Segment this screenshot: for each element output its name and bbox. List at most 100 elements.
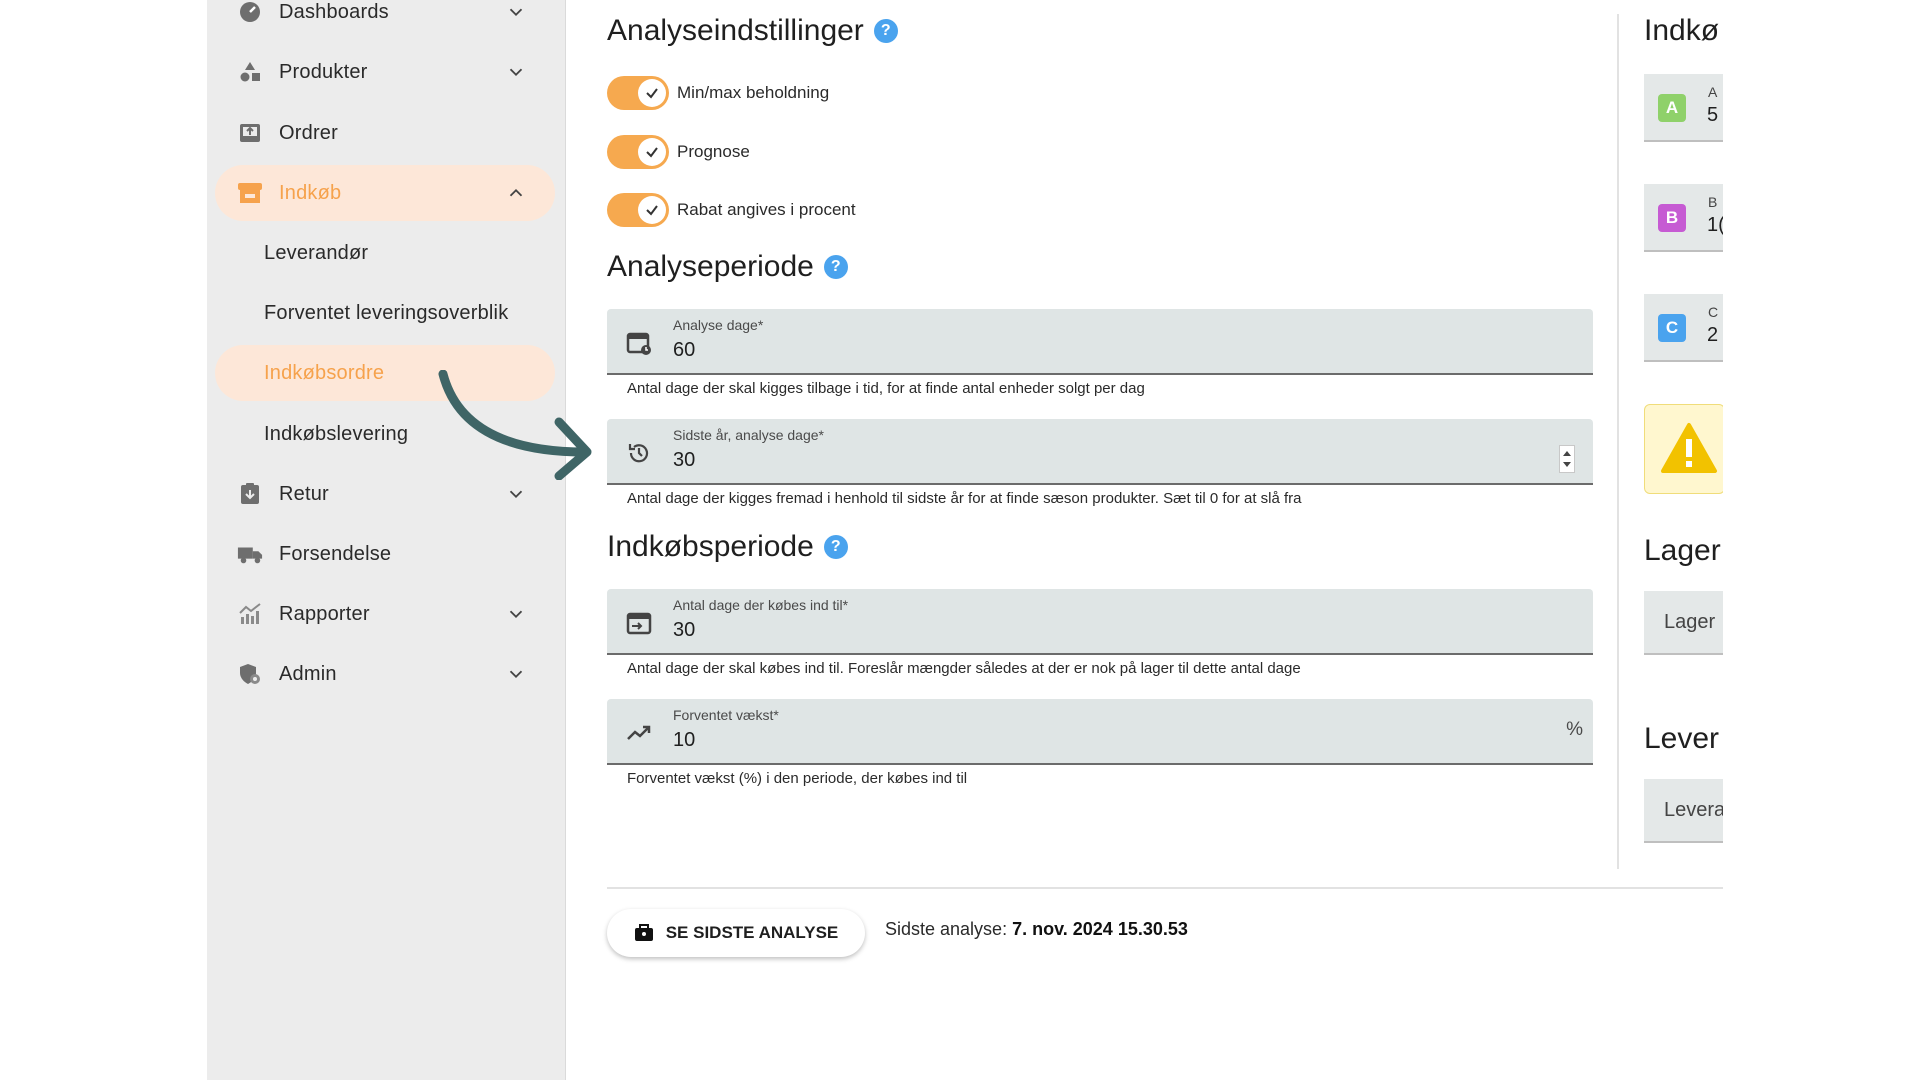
- sidebar-item-label: Dashboards: [279, 0, 389, 23]
- field-value[interactable]: 30: [673, 449, 695, 472]
- class-c-card[interactable]: C C 2: [1644, 294, 1723, 362]
- gauge-icon: [237, 0, 263, 25]
- toggle-switch[interactable]: [607, 193, 669, 227]
- sidebar-item-label: Indkøbsordre: [264, 361, 385, 384]
- store-icon: [237, 180, 263, 206]
- analysis-settings-heading: Analyseindstillinger ?: [607, 14, 898, 48]
- last-analysis-value: 7. nov. 2024 15.30.53: [1012, 919, 1188, 939]
- chevron-down-icon[interactable]: [505, 1, 527, 23]
- toggle-switch[interactable]: [607, 135, 669, 169]
- toggle-label: Rabat angives i procent: [677, 200, 856, 219]
- help-icon[interactable]: ?: [823, 255, 848, 279]
- check-icon: [638, 196, 666, 224]
- chevron-down-icon[interactable]: [505, 663, 527, 685]
- annotation-arrow-icon: [438, 370, 592, 480]
- card-label: A: [1708, 84, 1718, 100]
- inbox-upload-icon: [237, 120, 263, 146]
- field-label: Antal dage der købes ind til*: [673, 597, 849, 613]
- sidebar-item-forsendelse[interactable]: Forsendelse: [215, 526, 555, 582]
- field-hint: Antal dage der skal købes ind til. Fores…: [627, 660, 1301, 677]
- calendar-arrow-icon: [626, 612, 652, 635]
- sidebar-item-leverandor[interactable]: Leverandør: [215, 225, 555, 281]
- sidebar-item-label: Indkøbslevering: [264, 422, 409, 445]
- sidebar-item-indkob[interactable]: Indkøb: [215, 165, 555, 221]
- sidebar-item-label: Rapporter: [279, 602, 370, 625]
- field-value[interactable]: 10: [673, 729, 695, 752]
- trending-up-icon: [627, 725, 651, 740]
- field-value[interactable]: 60: [673, 339, 695, 362]
- history-icon: [628, 444, 649, 463]
- sidebar-item-dashboards[interactable]: Dashboards: [215, 0, 555, 40]
- warning-box: [1644, 404, 1725, 494]
- sidebar-item-label: Forsendelse: [279, 542, 392, 565]
- section-title: Indkøbsperiode: [607, 530, 814, 563]
- analyse-dage-field[interactable]: Analyse dage* 60: [607, 309, 1593, 375]
- vertical-divider: [1617, 14, 1619, 869]
- section-title: Analyseperiode: [607, 250, 814, 283]
- sidebar-item-forventet-leveringsoverblik[interactable]: Forventet leveringsoverblik: [215, 285, 555, 341]
- see-last-analysis-button[interactable]: SE SIDSTE ANALYSE: [607, 909, 865, 957]
- help-icon[interactable]: ?: [823, 535, 848, 559]
- card-label: B: [1708, 194, 1718, 210]
- toggle-switch[interactable]: [607, 76, 669, 110]
- badge-b-icon: B: [1658, 204, 1686, 232]
- select-value: Lager: [1664, 611, 1716, 633]
- horizontal-divider: [607, 887, 1723, 889]
- sidebar-item-label: Leverandør: [264, 241, 369, 264]
- field-value[interactable]: 30: [673, 619, 695, 642]
- chevron-up-icon[interactable]: [505, 182, 527, 204]
- field-label: Analyse dage*: [673, 317, 764, 333]
- select-value: Levera: [1664, 799, 1723, 821]
- last-analysis-text: Sidste analyse: 7. nov. 2024 15.30.53: [885, 919, 1188, 940]
- purchase-period-heading: Indkøbsperiode ?: [607, 530, 848, 564]
- class-a-card[interactable]: A A 5: [1644, 74, 1723, 142]
- sidebar-item-rapporter[interactable]: Rapporter: [215, 586, 555, 642]
- sidste-aar-analyse-dage-field[interactable]: Sidste år, analyse dage* 30: [607, 419, 1593, 485]
- toggle-prognose[interactable]: Prognose: [607, 135, 750, 169]
- number-stepper[interactable]: [1559, 445, 1575, 473]
- warning-icon: [1661, 423, 1717, 473]
- field-hint: Antal dage der skal kigges tilbage i tid…: [627, 380, 1145, 397]
- sidebar: Dashboards Produkter Ordrer Indkøb Lever…: [207, 0, 566, 1080]
- card-label: C: [1708, 304, 1719, 320]
- chart-icon: [237, 601, 263, 627]
- section-title: Analyseindstillinger: [607, 14, 864, 47]
- antal-dage-kobes-field[interactable]: Antal dage der købes ind til* 30: [607, 589, 1593, 655]
- calendar-clock-icon: [626, 332, 651, 355]
- badge-a-icon: A: [1658, 94, 1686, 122]
- sidebar-item-label: Produkter: [279, 60, 368, 83]
- chevron-down-icon[interactable]: [505, 603, 527, 625]
- chevron-down-icon[interactable]: [505, 483, 527, 505]
- help-icon[interactable]: ?: [873, 19, 898, 43]
- stock-select[interactable]: Lager: [1644, 591, 1723, 655]
- button-label: SE SIDSTE ANALYSE: [665, 923, 839, 942]
- forventet-vaekst-field[interactable]: Forventet vækst* 10 %: [607, 699, 1593, 765]
- sidebar-item-label: Admin: [279, 662, 337, 685]
- admin-shield-icon: [237, 661, 263, 687]
- card-value: 2: [1707, 324, 1719, 346]
- sidebar-item-label: Retur: [279, 482, 329, 505]
- toggle-label: Min/max beholdning: [677, 83, 830, 102]
- supplier-select[interactable]: Levera: [1644, 779, 1723, 843]
- stock-panel-title: Lager: [1644, 534, 1721, 567]
- card-value: 1(: [1707, 214, 1723, 236]
- supplier-panel-title: Lever: [1644, 722, 1720, 755]
- sidebar-item-admin[interactable]: Admin: [215, 646, 555, 702]
- card-value: 5: [1707, 104, 1719, 126]
- field-label: Forventet vækst*: [673, 707, 779, 723]
- percent-suffix: %: [1566, 719, 1583, 740]
- sidebar-item-produkter[interactable]: Produkter: [215, 44, 555, 100]
- last-analysis-label: Sidste analyse:: [885, 919, 1008, 939]
- class-b-card[interactable]: B B 1(: [1644, 184, 1723, 252]
- truck-icon: [237, 541, 263, 567]
- chevron-down-icon[interactable]: [505, 61, 527, 83]
- toggle-min-max[interactable]: Min/max beholdning: [607, 76, 829, 110]
- field-hint: Antal dage der kigges fremad i henhold t…: [627, 490, 1302, 507]
- badge-c-icon: C: [1658, 314, 1686, 342]
- check-icon: [638, 138, 666, 166]
- sidebar-item-ordrer[interactable]: Ordrer: [215, 105, 555, 161]
- page-right-margin: [1723, 0, 1920, 1080]
- briefcase-icon: [634, 924, 653, 941]
- toggle-rabat-procent[interactable]: Rabat angives i procent: [607, 193, 856, 227]
- shapes-icon: [237, 59, 263, 85]
